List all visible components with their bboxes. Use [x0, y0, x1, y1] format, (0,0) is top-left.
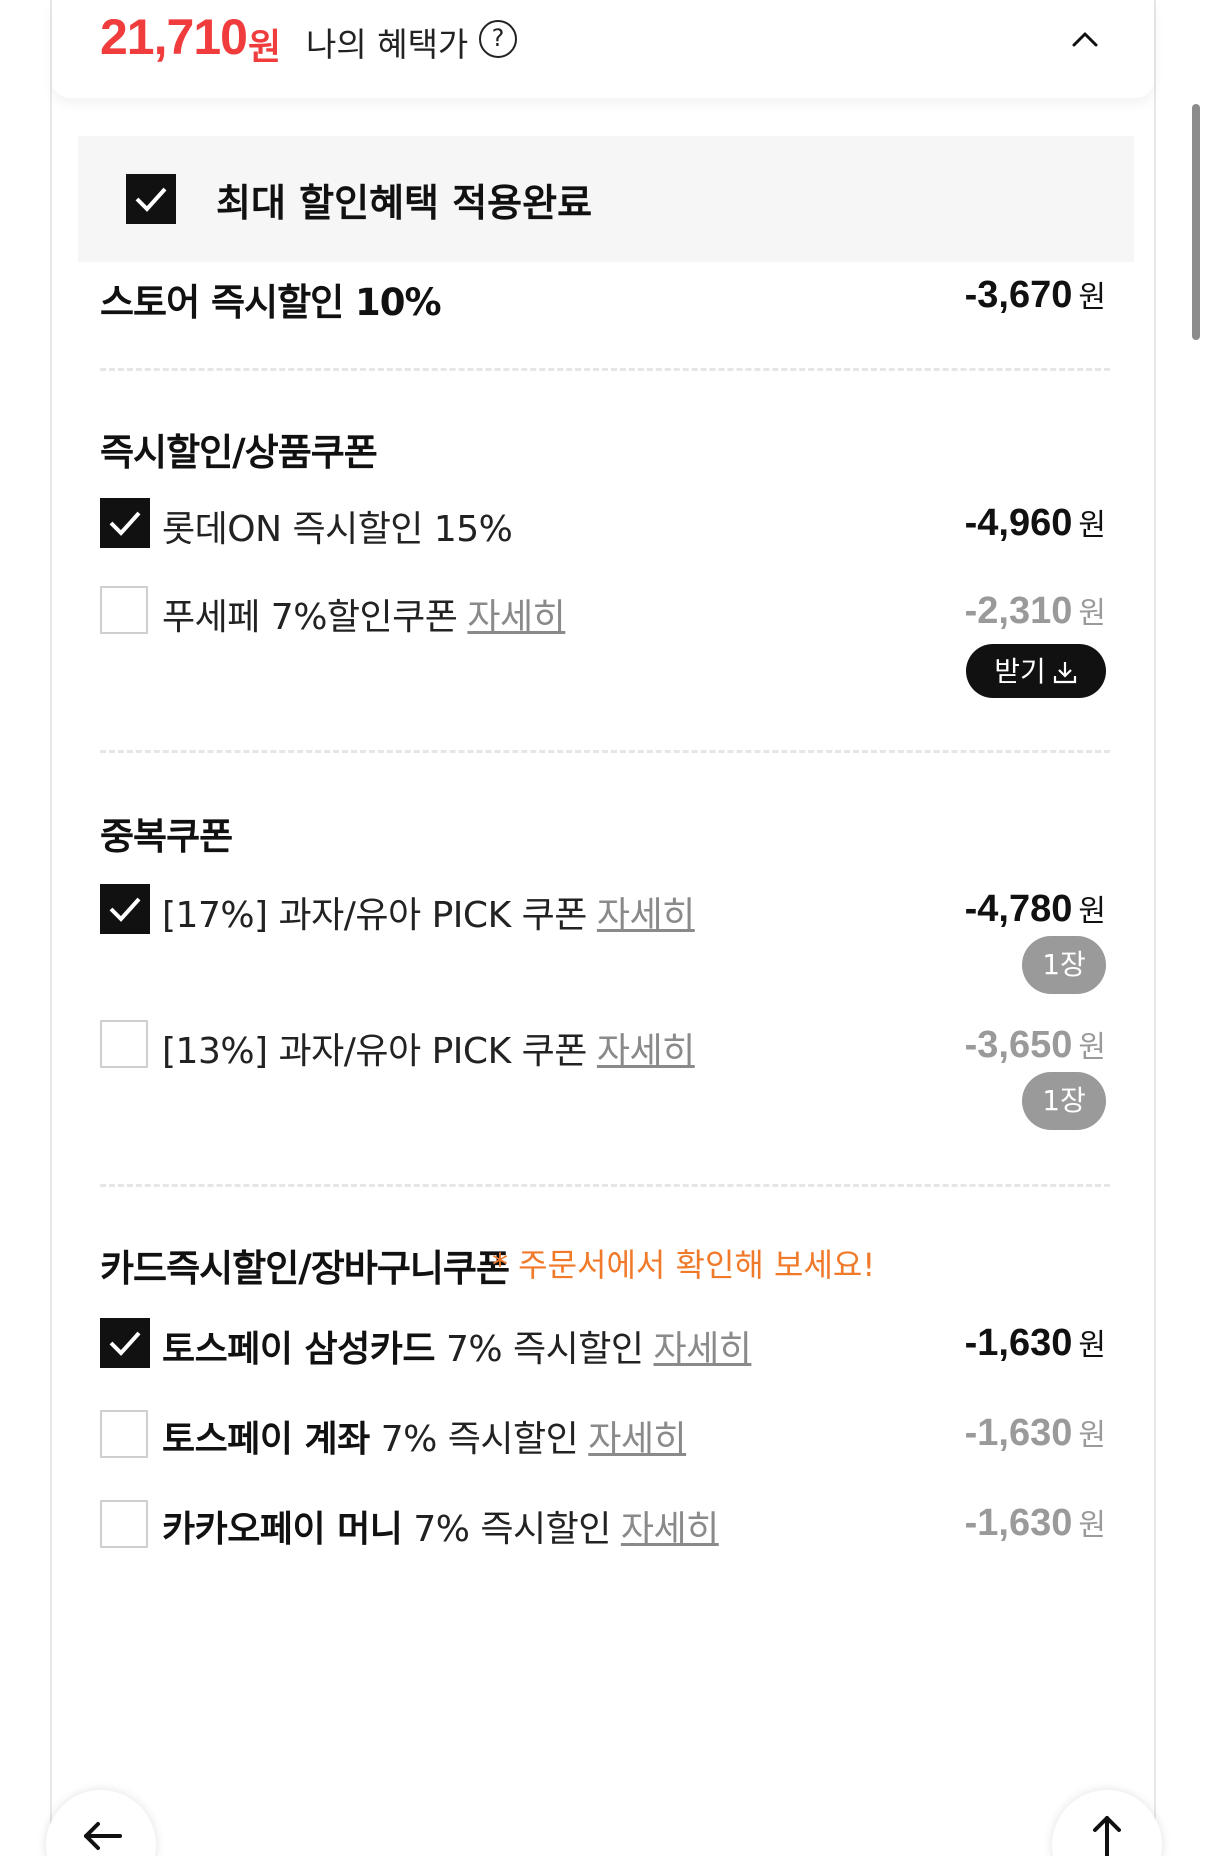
coupon-label-13: [13%] 과자/유아 PICK 쿠폰 자세히 [162, 1022, 695, 1074]
details-link[interactable]: 자세히 [621, 1509, 719, 1550]
duplicate-coupon-title: 중복쿠폰 [100, 815, 233, 858]
card-amount-toss-samsung: -1,630 원 [965, 1320, 1106, 1365]
max-discount-checkbox[interactable] [126, 174, 176, 224]
coupon-label-lotteon: 롯데ON 즉시할인 15% [162, 509, 513, 550]
card-name: 토스페이 삼성카드 [162, 1329, 436, 1370]
coupon-amount-pusepe: -2,310 원 [965, 588, 1106, 633]
coupon-count-badge: 1장 [1022, 1072, 1106, 1130]
amount-value: -3,650 [964, 1024, 1073, 1066]
benefit-header[interactable]: 21,710 원 나의 혜택가 ? [52, 0, 1154, 98]
card-checkbox-toss-samsung[interactable] [100, 1318, 150, 1368]
coupon-amount-13: -3,650 원 [965, 1022, 1106, 1067]
receive-coupon-button[interactable]: 받기 [966, 644, 1106, 698]
benefit-sheet: 21,710 원 나의 혜택가 ? 최대 할인혜택 적용완료 스토어 즉시할인 … [50, 0, 1156, 1856]
card-amount-kakaopay: -1,630 원 [965, 1500, 1106, 1545]
section-divider [100, 1184, 1110, 1187]
details-link[interactable]: 자세히 [588, 1419, 686, 1460]
benefit-price-unit: 원 [248, 27, 282, 68]
store-discount-amount: -3,670 원 [965, 272, 1106, 317]
card-checkbox-toss-account[interactable] [100, 1410, 148, 1458]
card-discount-title: 카드즉시할인/장바구니쿠폰 [100, 1247, 510, 1290]
details-link[interactable]: 자세히 [467, 597, 565, 638]
benefit-price: 21,710 [100, 9, 248, 65]
benefit-price-label: 나의 혜택가 [306, 25, 469, 64]
section-divider [100, 368, 1110, 371]
scrollbar[interactable] [1192, 104, 1200, 340]
checkmark-icon [135, 187, 167, 212]
card-discount-text: 7% 즉시할인 [445, 1329, 644, 1370]
card-label-toss-account: 토스페이 계좌 7% 즉시할인 자세히 [162, 1410, 687, 1462]
amount-value: -4,780 [964, 888, 1073, 930]
amount-unit: 원 [1078, 1030, 1106, 1065]
coupon-label-text: [17%] 과자/유아 PICK 쿠폰 [162, 895, 587, 936]
amount-unit: 원 [1078, 1418, 1106, 1453]
coupon-amount-lotteon: -4,960 원 [965, 500, 1106, 545]
amount-unit: 원 [1078, 1508, 1106, 1543]
amount-unit: 원 [1078, 596, 1106, 631]
coupon-checkbox-17[interactable] [100, 884, 150, 934]
amount-value: -1,630 [964, 1322, 1073, 1364]
checkmark-icon [109, 897, 141, 922]
card-label-toss-samsung: 토스페이 삼성카드 7% 즉시할인 자세히 [162, 1320, 752, 1372]
coupon-checkbox-13[interactable] [100, 1020, 148, 1068]
card-discount-notice: * 주문서에서 확인해 보세요! [492, 1246, 876, 1284]
card-discount-text: 7% 즉시할인 [380, 1419, 579, 1460]
card-amount-toss-account: -1,630 원 [965, 1410, 1106, 1455]
section-divider [100, 750, 1110, 753]
arrow-left-icon [84, 1822, 122, 1850]
coupon-count-badge: 1장 [1022, 936, 1106, 994]
card-discount-text: 7% 즉시할인 [413, 1509, 611, 1550]
max-discount-banner[interactable]: 최대 할인혜택 적용완료 [78, 136, 1134, 262]
amount-unit: 원 [1078, 894, 1106, 929]
max-discount-text: 최대 할인혜택 적용완료 [216, 181, 593, 225]
amount-value: -2,310 [964, 590, 1073, 632]
amount-value: -3,670 [964, 274, 1073, 316]
amount-value: -1,630 [964, 1412, 1073, 1454]
card-checkbox-kakaopay[interactable] [100, 1500, 148, 1548]
details-link[interactable]: 자세히 [597, 895, 695, 936]
details-link[interactable]: 자세히 [654, 1329, 752, 1370]
details-link[interactable]: 자세히 [597, 1031, 695, 1072]
coupon-amount-17: -4,780 원 [965, 886, 1106, 931]
amount-unit: 원 [1078, 1328, 1106, 1363]
card-name: 토스페이 계좌 [162, 1419, 370, 1460]
store-discount-title: 스토어 즉시할인 10% [100, 281, 442, 324]
coupon-label-text: [13%] 과자/유아 PICK 쿠폰 [162, 1031, 587, 1072]
instant-coupon-title: 즉시할인/상품쿠폰 [100, 431, 378, 474]
amount-value: -1,630 [964, 1502, 1073, 1544]
amount-value: -4,960 [964, 502, 1073, 544]
amount-unit: 원 [1078, 508, 1106, 543]
receive-button-label: 받기 [994, 655, 1046, 688]
card-name: 카카오페이 머니 [162, 1509, 403, 1550]
arrow-up-icon [1093, 1816, 1121, 1856]
coupon-label-pusepe: 푸세페 7%할인쿠폰 자세히 [162, 588, 566, 640]
download-icon [1053, 662, 1076, 684]
coupon-checkbox-lotteon[interactable] [100, 498, 150, 548]
coupon-label-text: 푸세페 7%할인쿠폰 [162, 597, 458, 638]
coupon-label-17: [17%] 과자/유아 PICK 쿠폰 자세히 [162, 886, 695, 938]
help-icon[interactable]: ? [479, 20, 517, 58]
chevron-up-icon[interactable] [1068, 22, 1102, 56]
coupon-checkbox-pusepe[interactable] [100, 586, 148, 634]
checkmark-icon [109, 511, 141, 536]
card-label-kakaopay: 카카오페이 머니 7% 즉시할인 자세히 [162, 1500, 719, 1552]
amount-unit: 원 [1078, 280, 1106, 315]
checkmark-icon [109, 1331, 141, 1356]
